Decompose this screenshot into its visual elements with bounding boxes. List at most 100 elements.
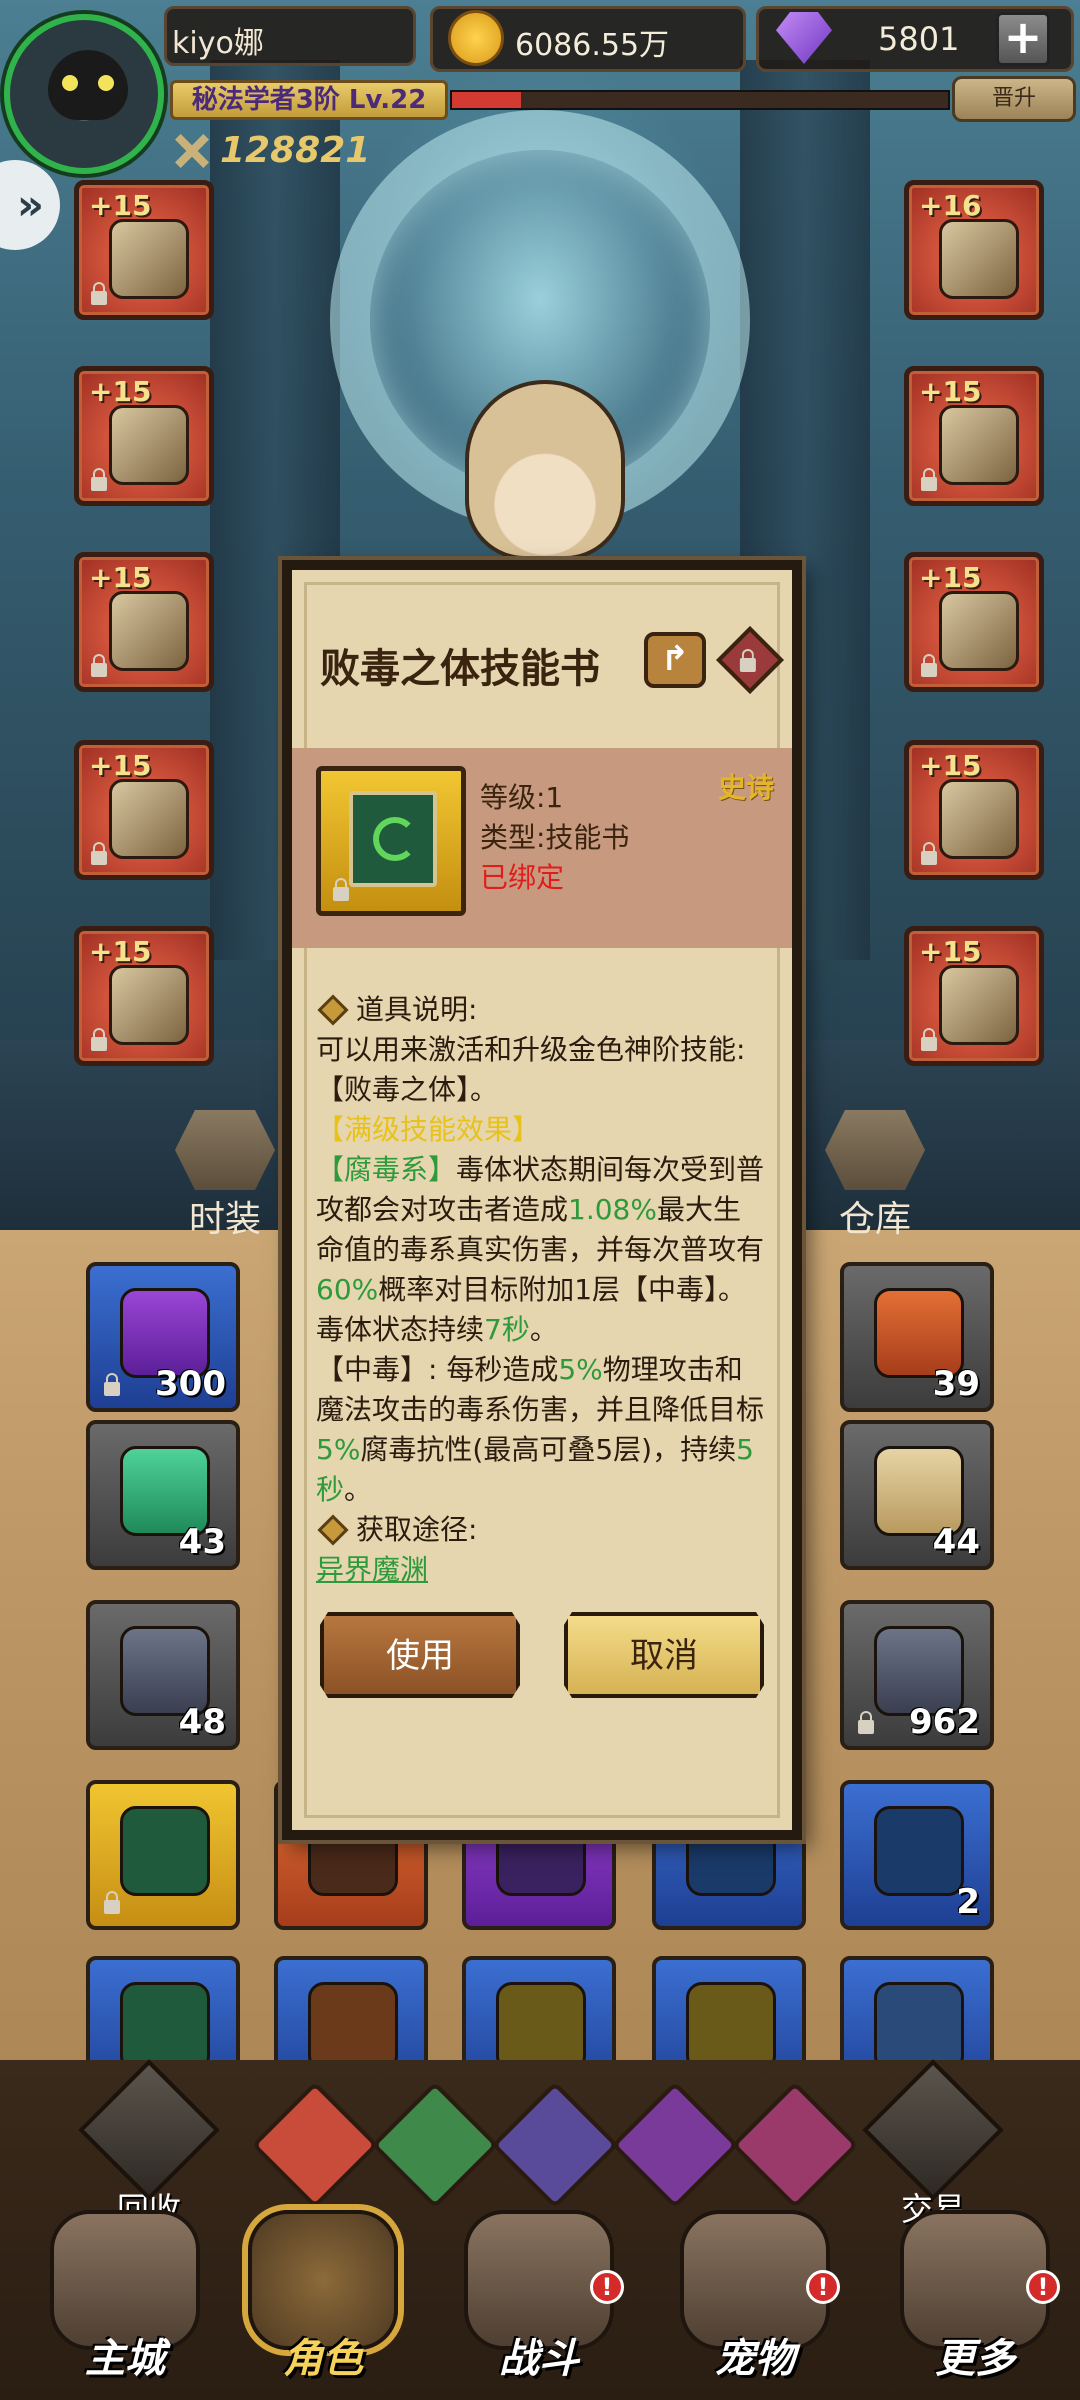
notification-badge: ! [1026,2270,1060,2304]
spellbook-icon [939,965,1019,1045]
lock-icon [104,1373,120,1396]
equip-slot-boots[interactable]: +15 [74,926,214,1066]
book-icon [349,791,437,887]
description-line: 【败毒之体】。 [316,1073,499,1106]
recycle-icon [78,2059,220,2201]
gem-amount: 5801 [878,20,960,58]
avatar-eye [98,75,114,91]
item-level: 等级:1 [480,781,564,814]
armor-icon [109,591,189,671]
inventory-slot[interactable]: 39 [840,1262,994,1412]
combat-power-value: 128821 [220,130,371,171]
lock-icon [91,1028,107,1051]
tab-warehouse[interactable]: 仓库 [800,1110,950,1240]
nav-main-city[interactable]: 主城 [30,2210,220,2400]
nav-character[interactable]: 角色 [228,2210,418,2400]
equip-slot-helmet[interactable]: +15 [74,180,214,320]
gold-amount: 6086.55万 [515,28,670,63]
ring-gem-icon [109,965,189,1045]
inventory-slot[interactable]: 962 [840,1600,994,1750]
helmet-icon [109,219,189,299]
lock-icon [91,654,107,677]
inventory-slot[interactable]: 43 [86,1420,240,1570]
skill-book-icon [496,1982,586,2072]
inventory-slot[interactable] [86,1780,240,1930]
avatar-eye [62,75,78,91]
necklace-icon [939,405,1019,485]
skill-book-icon [120,1982,210,2072]
equip-slot-book[interactable]: +15 [904,926,1044,1066]
inventory-slot[interactable]: 44 [840,1420,994,1570]
max-level-effect-header: 【满级技能效果】 [316,1113,541,1146]
sword-icon [939,219,1019,299]
inventory-slot[interactable]: 48 [86,1600,240,1750]
gauntlet-icon [109,405,189,485]
description-header: 道具说明: [356,993,478,1026]
skill-book-icon [686,1982,776,2072]
use-button[interactable]: 使用 [320,1612,520,1698]
description-line: 可以用来激活和升级金色神阶技能: [316,1033,746,1066]
source-header: 获取途径: [356,1513,478,1546]
skill-book-icon [120,1806,210,1896]
diamond-bullet-icon [317,994,349,1026]
crossed-swords-icon [170,131,214,171]
equip-slot-belt[interactable]: +15 [74,740,214,880]
effect-text: 【腐毒系】毒体状态期间每次受到普攻都会对攻击者造成1.08%最大生命值的毒系真实… [316,1153,765,1346]
lock-icon [921,1028,937,1051]
lock-icon [858,1711,874,1734]
item-name: 败毒之体技能书 [320,646,600,692]
equip-slot-gauntlet[interactable]: +15 [74,366,214,506]
nav-pet[interactable]: 宠物! [660,2210,850,2400]
lock-icon [91,842,107,865]
notification-badge: ! [590,2270,624,2304]
equip-slot-necklace[interactable]: +15 [904,366,1044,506]
lock-icon [104,1891,120,1914]
lock-icon [921,654,937,677]
exp-bar [450,90,950,110]
trade-button[interactable]: 交易 [862,2059,1004,2228]
player-name: kiyo娜 [172,26,264,61]
source-link[interactable]: 异界魔渊 [316,1553,428,1586]
player-title-level: 秘法学者3阶 Lv.22 [170,80,448,120]
share-button[interactable]: ↱ [644,632,706,688]
rarity-label: 史诗 [717,771,774,804]
cancel-button[interactable]: 取消 [564,1612,764,1698]
equip-slot-weapon[interactable]: +16 [904,180,1044,320]
equip-slot-amulet[interactable]: +15 [904,740,1044,880]
equip-slot-ring[interactable]: +15 [904,552,1044,692]
lock-icon [91,282,107,305]
item-description: 道具说明: 可以用来激活和升级金色神阶技能: 【败毒之体】。 【满级技能效果】 … [316,990,768,1590]
clothing-icon [175,1110,275,1190]
player-avatar[interactable] [4,14,164,174]
lock-icon [921,468,937,491]
lock-icon [921,842,937,865]
tab-fashion[interactable]: 时装 [150,1110,300,1240]
skill-book-icon [874,1806,964,1896]
amulet-icon [939,779,1019,859]
skill-book-icon [874,1982,964,2072]
notification-badge: ! [806,2270,840,2304]
lock-icon [739,657,756,672]
nav-more[interactable]: 更多! [880,2210,1070,2400]
poison-text: 【中毒】: 每秒造成5%物理攻击和魔法攻击的毒系伤害，并且降低目标5%腐毒抗性(… [316,1353,765,1506]
exp-bar-fill [452,92,522,108]
skill-book-item-icon [316,766,466,916]
poison-swirl-icon [373,817,417,861]
equip-slot-armor[interactable]: +15 [74,552,214,692]
handshake-icon [862,2059,1004,2201]
recycle-button[interactable]: 回收 [78,2059,220,2228]
cat-avatar-icon [48,50,128,120]
inventory-slot[interactable]: 2 [840,1780,994,1930]
mace-icon [109,779,189,859]
nav-battle[interactable]: 战斗! [444,2210,634,2400]
share-icon: ↱ [660,639,690,679]
item-detail-dialog: 败毒之体技能书 ↱ 等级:1 类型:技能书 已绑定 史诗 道具说明: 可以用来激… [282,560,802,1840]
bound-status: 已绑定 [480,861,565,894]
inventory-slot[interactable]: 300 [86,1262,240,1412]
add-gems-button[interactable]: + [996,12,1050,66]
skill-book-icon [308,1982,398,2072]
combat-power: 128821 [170,130,370,171]
promote-button[interactable]: 晋升 [952,76,1076,122]
hero-character [465,380,625,560]
lock-icon [333,878,349,901]
